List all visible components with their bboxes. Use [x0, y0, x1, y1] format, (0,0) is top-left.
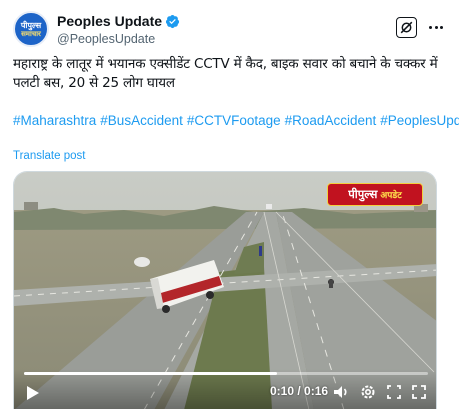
- hashtag-link[interactable]: #PeoplesUpdate: [380, 113, 459, 128]
- time-display: 0:10 / 0:16: [270, 384, 329, 398]
- grok-button[interactable]: [396, 17, 417, 38]
- hashtag-link[interactable]: #RoadAccident: [285, 113, 377, 128]
- grok-icon: [400, 21, 413, 34]
- hashtag-link[interactable]: #Maharashtra: [13, 113, 96, 128]
- verified-badge-icon: [165, 14, 180, 28]
- hashtag-link[interactable]: #BusAccident: [100, 113, 183, 128]
- avatar-text-top: पीपुल्स: [20, 20, 42, 30]
- hashtag-link[interactable]: #CCTVFootage: [187, 113, 281, 128]
- progress-bar[interactable]: [24, 372, 428, 375]
- watermark-main: पीपुल्स: [348, 187, 378, 201]
- author-handle[interactable]: @PeoplesUpdate: [57, 32, 155, 46]
- tweet-card: पीपुल्स समाचार Peoples Update @PeoplesUp…: [0, 0, 459, 409]
- volume-icon[interactable]: [332, 383, 350, 401]
- video-controls: 0:10 / 0:16: [14, 369, 436, 409]
- progress-fill: [24, 372, 277, 375]
- post-text: महाराष्ट्र के लातूर में भयानक एक्सीडेंट …: [13, 56, 438, 91]
- author-name-row[interactable]: Peoples Update: [57, 13, 180, 29]
- display-name[interactable]: Peoples Update: [57, 13, 162, 29]
- settings-icon[interactable]: [359, 383, 377, 401]
- more-icon[interactable]: [425, 16, 447, 38]
- watermark-logo: पीपुल्स अपडेट: [327, 183, 423, 206]
- video-player[interactable]: पीपुल्स अपडेट 0:10 / 0:16: [13, 171, 437, 409]
- play-icon[interactable]: [26, 385, 40, 401]
- watermark-sub: अपडेट: [380, 191, 402, 201]
- translate-post-link[interactable]: Translate post: [13, 150, 85, 162]
- captions-icon[interactable]: [385, 383, 403, 401]
- hashtag-list: #Maharashtra #BusAccident #CCTVFootage #Roa…: [13, 111, 459, 130]
- fullscreen-icon[interactable]: [410, 383, 428, 401]
- avatar[interactable]: पीपुल्स समाचार: [13, 11, 49, 47]
- avatar-text-bottom: समाचार: [21, 29, 41, 38]
